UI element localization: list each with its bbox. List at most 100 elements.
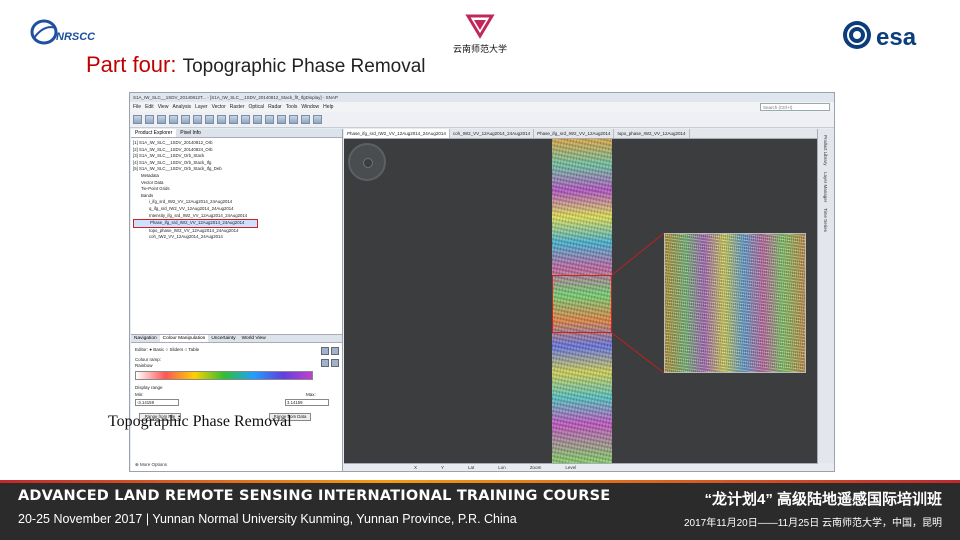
product-library-tab[interactable]: Product Library [823,135,828,166]
svg-text:NRSCC: NRSCC [56,31,96,43]
navigation-control[interactable] [348,143,386,181]
select-icon[interactable] [253,115,262,124]
menu-optical[interactable]: Optical [249,102,265,112]
menu-vector[interactable]: Vector [212,102,226,112]
more-options-toggle[interactable]: ⊕ More Options [135,462,167,468]
pin-icon[interactable] [277,115,286,124]
batch-icon[interactable] [193,115,202,124]
mode-table-radio[interactable]: ○ Table [185,347,200,352]
nrscc-logo: NRSCC [30,19,96,45]
status-level: Level [565,465,577,470]
tab-uncertainty[interactable]: Uncertainty [208,335,238,342]
max-label: Max: [306,392,316,397]
mode-basic-radio[interactable]: ● Basic [149,347,164,352]
reset-icon[interactable] [321,347,329,355]
course-title: ADVANCED LAND REMOTE SENSING INTERNATION… [18,488,611,504]
tab-navigation[interactable]: Navigation [131,335,160,342]
tree-item[interactable]: [5] S1A_IW_SLC__1SDV_Orb_Stack_Ifg_Deb [133,166,340,173]
tab-product-explorer[interactable]: Product Explorer [131,129,177,137]
tree-item[interactable]: Tie-Point Grids [133,186,340,193]
tree-item[interactable]: i_ifg_srd_IW2_VV_12Aug2014_24Aug2014 [133,199,340,206]
tree-item[interactable]: [1] S1A_IW_SLC__1SDV_20140812_Orb [133,140,340,147]
image-tabs: Phase_ifg_srd_IW2_VV_12Aug2014_24Aug2014… [344,129,818,139]
zoom-in-icon[interactable] [229,115,238,124]
max-value-field[interactable]: 3.14159 [285,399,329,406]
layer-manager-tab[interactable]: Layer Manager [823,172,828,202]
status-lat: Lat [468,465,475,470]
status-bar: X Y Lat Lon Zoom Level [344,463,818,471]
tab-colour-manipulation[interactable]: Colour Manipulation [159,335,209,342]
tree-item[interactable]: Intensity_ifg_srd_IW2_VV_12Aug2014_24Aug… [133,213,340,220]
slide-title: Part four: Topographic Phase Removal [86,52,426,78]
tree-item[interactable]: topo_phase_IW2_VV_12Aug2014_24Aug2014 [133,228,340,235]
status-y: Y [441,465,445,470]
esa-logo: esa [843,21,917,51]
import-icon[interactable] [331,347,339,355]
tab-image-phase-2[interactable]: Phase_ifg_srd_IW2_VV_12Aug2014 [534,129,615,138]
tree-item[interactable]: Bands [133,193,340,200]
draw-polygon-icon[interactable] [313,115,322,124]
search-input[interactable]: Search (Ctrl+I) [760,103,830,111]
colour-manipulation-panel: Editor: ● Basic ○ Sliders ○ Table Colour… [131,343,342,471]
banner-stripe [0,480,960,483]
tab-image-phase[interactable]: Phase_ifg_srd_IW2_VV_12Aug2014_24Aug2014 [344,129,450,138]
product-tree: [1] S1A_IW_SLC__1SDV_20140812_Orb [2] S1… [131,138,342,243]
tab-image-topo-phase[interactable]: topo_phase_IW2_VV_12Aug2014 [614,129,690,138]
range-finder-icon[interactable] [265,115,274,124]
tab-world-view[interactable]: World View [239,335,269,342]
tab-image-coh[interactable]: coh_IW2_VV_12Aug2014_24Aug2014 [450,129,535,138]
menu-edit[interactable]: Edit [145,102,154,112]
graph-builder-icon[interactable] [181,115,190,124]
zoom-out-icon[interactable] [241,115,250,124]
menu-layer[interactable]: Layer [195,102,208,112]
status-zoom: Zoom [529,465,542,470]
slide-title-main: Topographic Phase Removal [182,56,426,77]
tree-item[interactable]: coh_IW2_VV_12Aug2014_24Aug2014 [133,234,340,241]
menu-window[interactable]: Window [301,102,319,112]
slide-title-prefix: Part four: [86,52,177,77]
menu-analysis[interactable]: Analysis [172,102,191,112]
image-view-panel: Phase_ifg_srd_IW2_VV_12Aug2014_24Aug2014… [344,129,818,463]
tree-item[interactable]: [2] S1A_IW_SLC__1SDV_20140824_Orb [133,147,340,154]
right-sidebar: Product Library Layer Manager Time Serie… [817,129,834,463]
tree-item[interactable]: q_ifg_srd_IW2_VV_12Aug2014_24Aug2014 [133,206,340,213]
svg-text:云南师范大学: 云南师范大学 [453,43,507,55]
tree-item[interactable]: Vector Data [133,180,340,187]
gcp-icon[interactable] [289,115,298,124]
editor-mode-row: Editor: ● Basic ○ Sliders ○ Table [135,347,199,352]
pan-icon[interactable] [217,115,226,124]
status-lon: Lon [498,465,506,470]
menu-view[interactable]: View [158,102,169,112]
open-product-icon[interactable] [133,115,142,124]
undo-icon[interactable] [157,115,166,124]
overlay-caption: Topographic Phase Removal [108,413,292,430]
colour-gradient-bar[interactable] [135,371,313,380]
save-icon[interactable] [145,115,154,124]
editor-label: Editor: [135,347,149,352]
min-value-field[interactable]: -3.14159 [135,399,179,406]
footer-banner: ADVANCED LAND REMOTE SENSING INTERNATION… [0,480,960,540]
zoom-hist-icon[interactable] [331,359,339,367]
selection-box [552,275,612,333]
menu-raster[interactable]: Raster [230,102,245,112]
palette-value[interactable]: Rainbow [135,363,153,368]
course-dates: 20-25 November 2017 | Yunnan Normal Univ… [18,512,517,526]
tab-pixel-info[interactable]: Pixel Info [176,129,205,137]
tree-item[interactable]: Metadata [133,173,340,180]
menu-file[interactable]: File [133,102,141,112]
tree-item[interactable]: [3] S1A_IW_SLC__1SDV_Orb_Stack [133,153,340,160]
mode-sliders-radio[interactable]: ○ Sliders [166,347,184,352]
draw-line-icon[interactable] [301,115,310,124]
bottom-tabs: Navigation Colour Manipulation Uncertain… [131,334,342,343]
export-icon[interactable] [321,359,329,367]
menu-radar[interactable]: Radar [268,102,282,112]
tree-item[interactable]: [4] S1A_IW_SLC__1SDV_Orb_Stack_Ifg [133,160,340,167]
redo-icon[interactable] [169,115,178,124]
menu-help[interactable]: Help [323,102,333,112]
tree-item-selected[interactable]: Phase_ifg_srd_IW2_VV_12Aug2014_24Aug2014 [133,219,258,228]
palette-label: Colour ramp: [135,357,162,362]
course-dates-cn: 2017年11月20日——11月25日 云南师范大学，中国，昆明 [683,518,942,529]
time-series-tab[interactable]: Time Series [823,208,828,232]
menu-tools[interactable]: Tools [286,102,298,112]
band-maths-icon[interactable] [205,115,214,124]
